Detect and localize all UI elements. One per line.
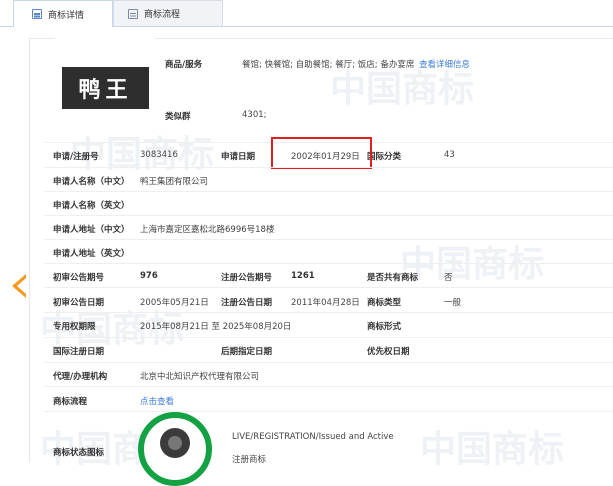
reg-issue-label: 注册公告期号 — [221, 273, 273, 283]
reg-issue-value: 1261 — [291, 271, 315, 281]
flow-icon — [128, 8, 138, 19]
priority-label: 优先权日期 — [367, 347, 410, 357]
tab-label: 商标详情 — [48, 10, 85, 21]
view-details-link[interactable]: 查看详细信息 — [419, 58, 470, 70]
goods-value: 餐馆; 快餐馆; 自助餐馆; 餐厅; 饭店; 备办宴席 — [242, 60, 415, 70]
tab-trademark-process[interactable]: 商标流程 — [113, 0, 223, 27]
prelim-issue-value: 976 — [140, 271, 158, 281]
reg-date-value: 2011年04月28日 — [291, 298, 360, 308]
process-label: 商标流程 — [53, 397, 88, 407]
status-label: 商标状态图标 — [53, 448, 105, 458]
status-line-2: 注册商标 — [232, 455, 267, 465]
intl-reg-label: 国际注册日期 — [53, 347, 105, 357]
similar-group-value: 4301; — [242, 110, 267, 120]
applicant-en-label: 申请人名称（英文） — [53, 201, 130, 211]
address-cn-label: 申请人地址（中文） — [53, 225, 130, 235]
trademark-logo: 鸭王 — [62, 67, 149, 109]
reg-no-value: 3083416 — [140, 150, 178, 160]
goods-label: 商品/服务 — [165, 60, 203, 70]
arrow-left-icon[interactable] — [12, 274, 26, 298]
similar-group-label: 类似群 — [165, 112, 191, 122]
address-cn-value: 上海市嘉定区嘉松北路6996号18楼 — [140, 225, 275, 235]
tab-label: 商标流程 — [144, 10, 181, 20]
date-highlight-box — [271, 137, 372, 169]
status-seal-center — [160, 428, 190, 458]
form-label: 商标形式 — [367, 322, 402, 332]
agent-value: 北京中北知识产权代理有限公司 — [140, 372, 260, 382]
intl-class-label: 国际分类 — [367, 152, 402, 162]
exclusive-label: 专用权期限 — [53, 322, 96, 332]
watermark: 中国商标 — [400, 243, 545, 285]
tab-trademark-details[interactable]: 商标详情 — [13, 0, 113, 27]
later-date-label: 后期指定日期 — [221, 347, 273, 357]
view-process-link[interactable]: 点击查看 — [140, 395, 174, 407]
exclusive-value: 2015年08月21日 至 2025年08月20日 — [140, 322, 292, 332]
type-value: 一般 — [444, 298, 462, 308]
type-label: 商标类型 — [367, 298, 402, 308]
status-line-1: LIVE/REGISTRATION/Issued and Active — [232, 432, 394, 442]
agent-label: 代理/办理机构 — [53, 372, 108, 382]
reg-no-label: 申请/注册号 — [53, 152, 99, 162]
shared-value: 否 — [444, 273, 453, 283]
applicant-cn-label: 申请人名称（中文） — [53, 177, 130, 187]
prelim-date-label: 初审公告日期 — [53, 298, 105, 308]
watermark: 中国商标 — [420, 428, 565, 470]
document-icon — [32, 9, 42, 19]
reg-date-label: 注册公告日期 — [221, 298, 273, 308]
shared-label: 是否共有商标 — [367, 273, 419, 283]
applicant-cn-value: 鸭王集团有限公司 — [140, 177, 209, 187]
address-en-label: 申请人地址（英文） — [53, 249, 130, 259]
intl-class-value: 43 — [444, 150, 455, 160]
app-date-label: 申请日期 — [221, 152, 256, 162]
prelim-issue-label: 初审公告期号 — [53, 273, 105, 283]
prelim-date-value: 2005年05月21日 — [140, 298, 209, 308]
